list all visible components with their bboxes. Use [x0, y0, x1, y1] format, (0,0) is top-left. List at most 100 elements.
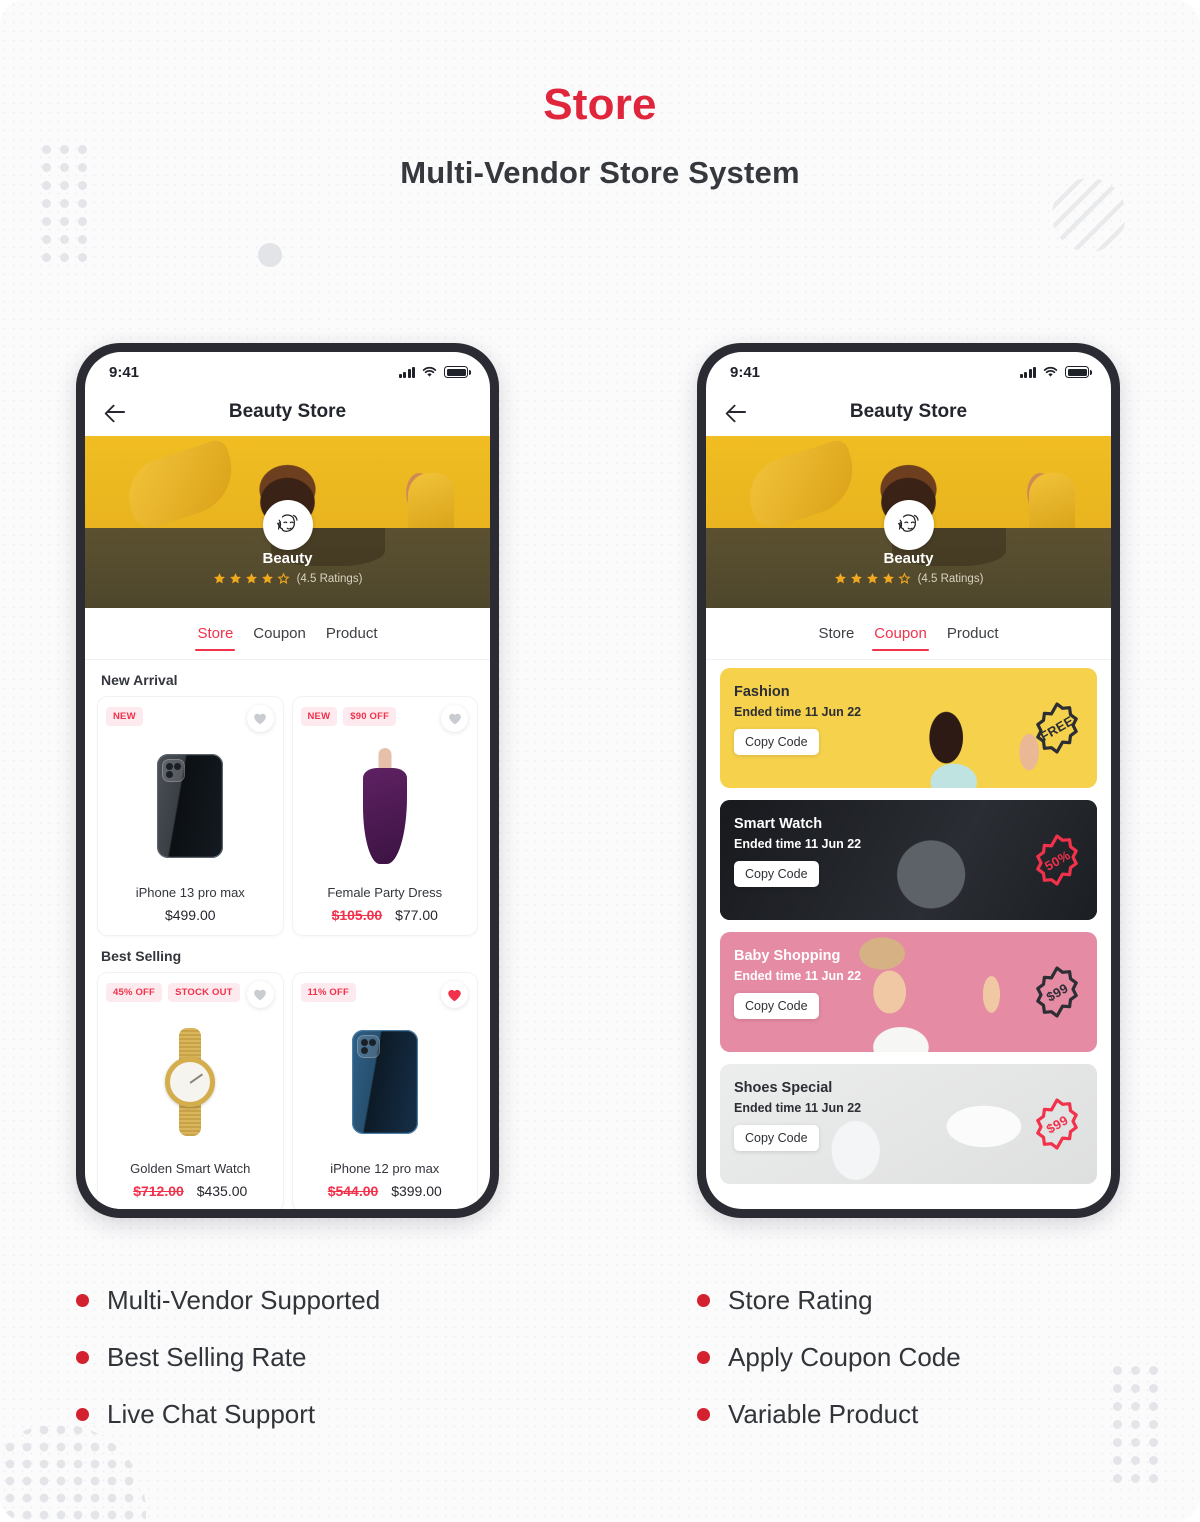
favorite-button[interactable]	[246, 981, 274, 1008]
coupon-list: Fashion Ended time 11 Jun 22 Copy Code F…	[706, 660, 1111, 1184]
product-name: Golden Smart Watch	[130, 1161, 251, 1176]
feature-item: Store Rating	[697, 1285, 961, 1316]
product-price: $712.00 $435.00	[106, 1183, 275, 1199]
favorite-button-active[interactable]	[441, 981, 468, 1008]
section-title-best-selling: Best Selling	[101, 948, 182, 964]
app-bar: Beauty Store	[706, 388, 1111, 436]
store-banner: Beauty (4.5 Ratings)	[85, 436, 490, 608]
store-rating-text: (4.5 Ratings)	[917, 572, 984, 585]
bullet-icon	[76, 1294, 89, 1307]
wifi-icon	[1043, 366, 1058, 377]
feature-label: Apply Coupon Code	[728, 1342, 961, 1372]
product-name: iPhone 13 pro max	[135, 885, 245, 900]
favorite-button[interactable]	[246, 705, 274, 732]
store-rating-text: (4.5 Ratings)	[296, 572, 363, 585]
coupon-end-time: Ended time 11 Jun 22	[734, 969, 862, 983]
coupon-card[interactable]: Fashion Ended time 11 Jun 22 Copy Code F…	[720, 668, 1097, 788]
coupon-end-time: Ended time 11 Jun 22	[734, 837, 862, 851]
product-price-original: $712.00	[133, 1183, 184, 1199]
coupon-card[interactable]: Smart Watch Ended time 11 Jun 22 Copy Co…	[720, 800, 1097, 920]
product-card[interactable]: 11% OFF iPhone 12 pro max $544.00 $399.0…	[291, 972, 478, 1209]
product-image	[106, 726, 275, 881]
star-filled-icon	[213, 573, 225, 584]
status-bar: 9:41	[85, 352, 490, 388]
bullet-icon	[697, 1294, 710, 1307]
product-price: $544.00 $399.00	[301, 1183, 470, 1199]
coupon-title: Fashion	[734, 684, 790, 700]
feature-item: Multi-Vendor Supported	[76, 1285, 380, 1316]
app-bar: Beauty Store	[85, 388, 490, 436]
tab-coupon[interactable]: Coupon	[251, 621, 308, 646]
coupon-seal-badge: $99	[1031, 966, 1083, 1018]
tab-store[interactable]: Store	[195, 621, 236, 651]
product-name: Female Party Dress	[327, 885, 443, 900]
beauty-face-logo-icon	[883, 500, 934, 550]
product-name: iPhone 12 pro max	[330, 1161, 440, 1176]
bullet-icon	[697, 1408, 710, 1421]
coupon-card[interactable]: Shoes Special Ended time 11 Jun 22 Copy …	[720, 1064, 1097, 1184]
feature-item: Best Selling Rate	[76, 1342, 380, 1373]
store-rating: (4.5 Ratings)	[706, 572, 1111, 585]
product-badge-stock: STOCK OUT	[168, 983, 240, 1002]
heart-icon	[254, 989, 266, 1001]
battery-icon	[1065, 366, 1092, 378]
status-bar: 9:41	[706, 352, 1111, 388]
product-price: $105.00 $77.00	[301, 907, 470, 923]
star-filled-icon	[866, 573, 878, 584]
star-filled-icon	[261, 573, 273, 584]
product-price-original: $544.00	[327, 1183, 379, 1199]
tab-coupon[interactable]: Coupon	[872, 621, 929, 651]
status-icons	[1019, 366, 1092, 378]
coupon-title: Smart Watch	[734, 816, 823, 832]
star-outline-icon	[277, 572, 290, 584]
back-arrow-icon[interactable]	[724, 399, 750, 425]
tab-product[interactable]: Product	[324, 621, 380, 646]
back-arrow-icon[interactable]	[103, 399, 129, 425]
product-card[interactable]: 45% OFF STOCK OUT Golden Smart Watch $71…	[97, 972, 284, 1209]
coupon-card[interactable]: Baby Shopping Ended time 11 Jun 22 Copy …	[720, 932, 1097, 1052]
promo-page: Store Multi-Vendor Store System 9:41 Bea…	[0, 0, 1200, 1522]
favorite-button[interactable]	[441, 705, 468, 732]
page-title: Store	[543, 80, 657, 129]
phone-mockup-store: 9:41 Beauty Store Beauty (4.5 Ratings) S…	[76, 343, 499, 1218]
store-rating: (4.5 Ratings)	[85, 572, 490, 585]
product-image	[301, 726, 470, 881]
coupon-title: Baby Shopping	[734, 948, 841, 964]
heart-icon	[448, 713, 461, 725]
product-price: $499.00	[106, 907, 275, 923]
product-price-current: $77.00	[395, 907, 438, 923]
status-time: 9:41	[730, 363, 761, 381]
phone-screen-coupon: 9:41 Beauty Store Beauty (4.5 Ratings) S…	[706, 352, 1111, 1209]
product-badge: NEW	[106, 707, 143, 726]
bullet-icon	[76, 1351, 89, 1364]
product-grid-new-arrival: NEW iPhone 13 pro max $499.00 NEW $90 OF…	[85, 696, 490, 936]
section-title-new-arrival: New Arrival	[101, 672, 178, 688]
copy-code-button[interactable]: Copy Code	[734, 861, 819, 887]
star-filled-icon	[882, 573, 894, 584]
heart-icon	[448, 989, 461, 1001]
copy-code-button[interactable]: Copy Code	[734, 729, 819, 755]
feature-label: Live Chat Support	[107, 1399, 316, 1429]
product-card[interactable]: NEW $90 OFF Female Party Dress $105.00 $…	[291, 696, 478, 936]
coupon-seal-badge: FREE	[1031, 702, 1083, 754]
product-image	[106, 1002, 275, 1157]
coupon-end-time: Ended time 11 Jun 22	[734, 1101, 862, 1115]
bullet-icon	[76, 1408, 89, 1421]
bullet-icon	[697, 1351, 710, 1364]
copy-code-button[interactable]: Copy Code	[734, 1125, 819, 1151]
star-outline-icon	[898, 572, 911, 584]
product-badge-discount: 45% OFF	[106, 983, 163, 1002]
feature-item: Live Chat Support	[76, 1399, 380, 1430]
feature-item: Apply Coupon Code	[697, 1342, 961, 1373]
star-filled-icon	[850, 573, 862, 584]
wifi-icon	[422, 366, 437, 377]
product-price-current: $499.00	[164, 907, 216, 923]
coupon-end-time: Ended time 11 Jun 22	[734, 705, 862, 719]
product-card[interactable]: NEW iPhone 13 pro max $499.00	[97, 696, 284, 936]
star-filled-icon	[834, 573, 846, 584]
copy-code-button[interactable]: Copy Code	[734, 993, 819, 1019]
tab-store[interactable]: Store	[816, 621, 856, 646]
product-image	[301, 1002, 470, 1157]
dot-grid-decoration-bottom-right	[1113, 1366, 1167, 1492]
tab-product[interactable]: Product	[945, 621, 1001, 646]
